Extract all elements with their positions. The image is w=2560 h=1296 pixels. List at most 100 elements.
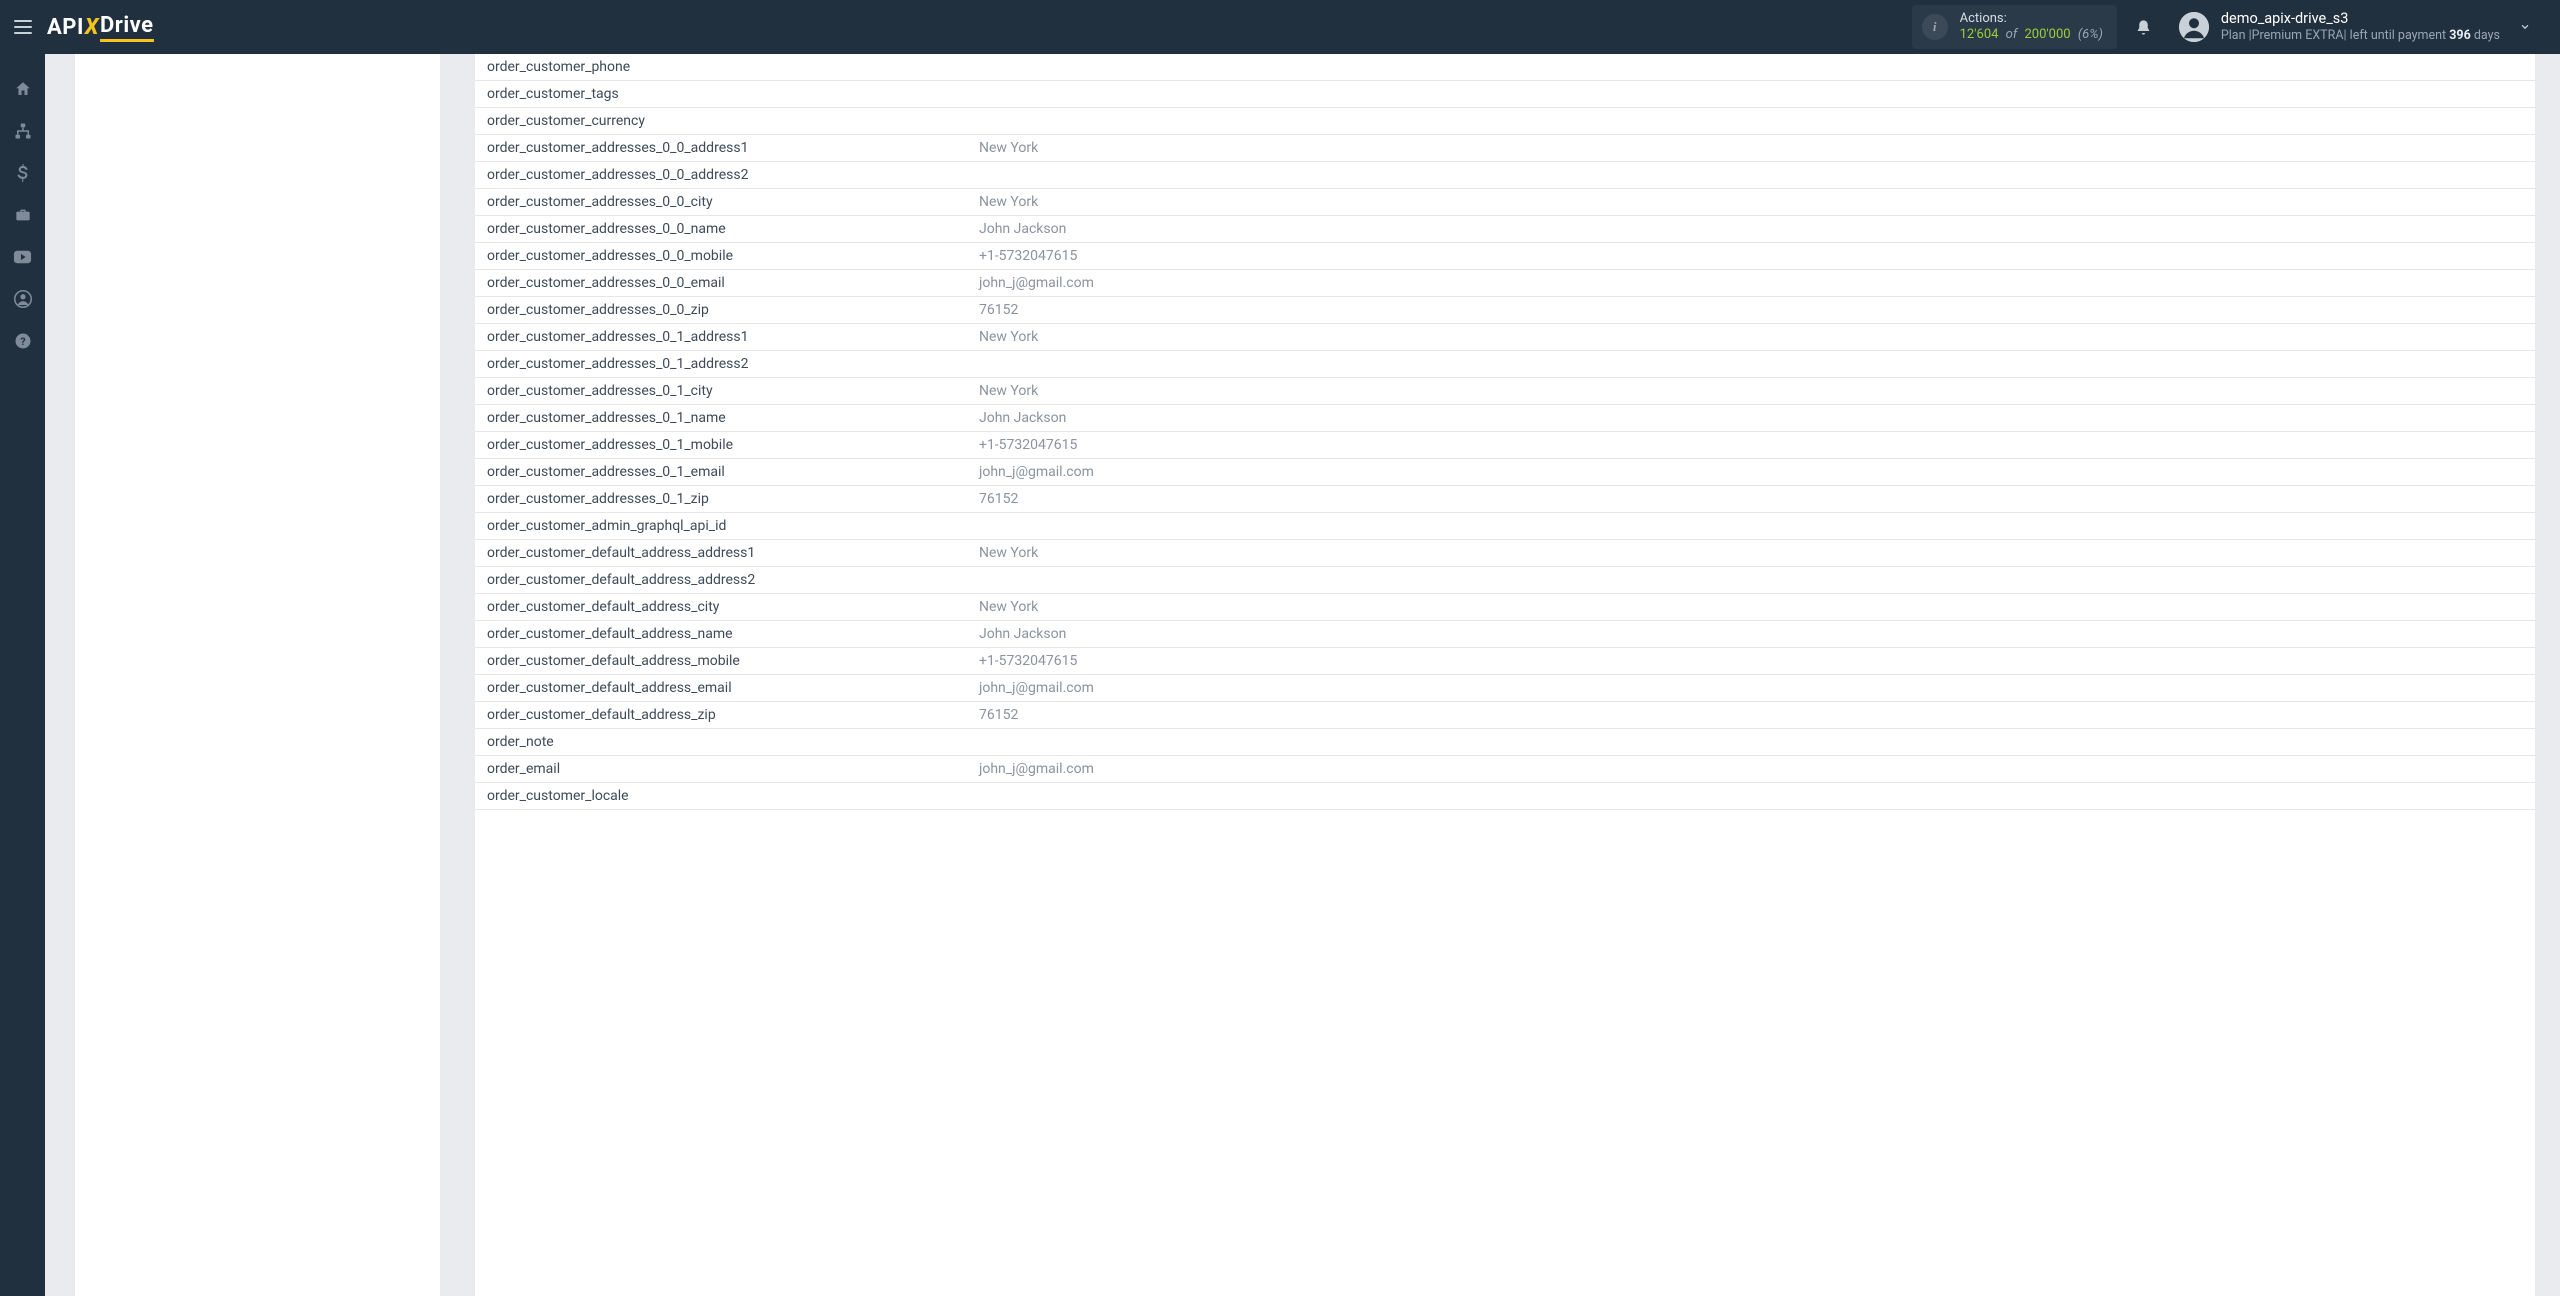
hamburger-icon — [14, 20, 32, 34]
field-value: +1-5732047615 — [975, 248, 2535, 264]
field-key: order_customer_default_address_mobile — [475, 653, 975, 669]
sidebar-item-video[interactable] — [0, 236, 45, 278]
field-key: order_customer_default_address_address2 — [475, 572, 975, 588]
plan-days-suffix: days — [2471, 28, 2500, 43]
sidebar-item-account[interactable] — [0, 278, 45, 320]
field-row[interactable]: order_customer_default_address_emailjohn… — [475, 675, 2535, 702]
field-row[interactable]: order_customer_default_address_cityNew Y… — [475, 594, 2535, 621]
sidebar: ? — [0, 54, 45, 1296]
sidebar-item-billing[interactable] — [0, 152, 45, 194]
field-key: order_customer_locale — [475, 788, 975, 804]
notifications-button[interactable] — [2135, 18, 2169, 37]
sidebar-item-home[interactable] — [0, 68, 45, 110]
dollar-icon — [17, 164, 28, 182]
field-key: order_customer_addresses_0_1_zip — [475, 491, 975, 507]
plan-prefix: Plan | — [2221, 28, 2252, 43]
logo-text-x: X — [85, 15, 99, 40]
info-icon: i — [1922, 14, 1948, 40]
actions-used: 12'604 — [1960, 27, 1999, 42]
field-row[interactable]: order_customer_addresses_0_0_cityNew Yor… — [475, 189, 2535, 216]
field-row[interactable]: order_customer_addresses_0_1_zip76152 — [475, 486, 2535, 513]
field-row[interactable]: order_customer_addresses_0_0_zip76152 — [475, 297, 2535, 324]
field-key: order_email — [475, 761, 975, 777]
field-value: john_j@gmail.com — [975, 275, 2535, 291]
field-key: order_customer_addresses_0_0_address1 — [475, 140, 975, 156]
svg-text:?: ? — [20, 335, 25, 348]
field-key: order_customer_addresses_0_1_name — [475, 410, 975, 426]
logo[interactable]: API X Drive — [47, 13, 154, 42]
user-name: demo_apix-drive_s3 — [2221, 11, 2500, 28]
avatar-icon — [2179, 12, 2209, 42]
field-row[interactable]: order_note — [475, 729, 2535, 756]
field-key: order_customer_default_address_name — [475, 626, 975, 642]
field-value: +1-5732047615 — [975, 653, 2535, 669]
field-value: +1-5732047615 — [975, 437, 2535, 453]
chevron-down-icon — [2518, 22, 2532, 32]
field-row[interactable]: order_customer_phone — [475, 54, 2535, 81]
sitemap-icon — [14, 122, 32, 140]
field-row[interactable]: order_customer_admin_graphql_api_id — [475, 513, 2535, 540]
field-row[interactable]: order_customer_addresses_0_0_emailjohn_j… — [475, 270, 2535, 297]
field-row[interactable]: order_emailjohn_j@gmail.com — [475, 756, 2535, 783]
field-row[interactable]: order_customer_addresses_0_1_emailjohn_j… — [475, 459, 2535, 486]
field-key: order_customer_addresses_0_0_email — [475, 275, 975, 291]
field-key: order_customer_addresses_0_1_address1 — [475, 329, 975, 345]
field-row[interactable]: order_customer_default_address_address1N… — [475, 540, 2535, 567]
field-row[interactable]: order_customer_addresses_0_0_address1New… — [475, 135, 2535, 162]
field-value: New York — [975, 383, 2535, 399]
field-row[interactable]: order_customer_addresses_0_1_nameJohn Ja… — [475, 405, 2535, 432]
field-key: order_customer_addresses_0_1_address2 — [475, 356, 975, 372]
field-row[interactable]: order_customer_addresses_0_0_address2 — [475, 162, 2535, 189]
field-key: order_customer_addresses_0_0_city — [475, 194, 975, 210]
plan-line: Plan |Premium EXTRA| left until payment … — [2221, 28, 2500, 43]
field-row[interactable]: order_customer_default_address_address2 — [475, 567, 2535, 594]
home-icon — [14, 80, 32, 98]
field-row[interactable]: order_customer_currency — [475, 108, 2535, 135]
topbar: API X Drive i Actions: 12'604 of 200'000… — [0, 0, 2560, 54]
field-row[interactable]: order_customer_addresses_0_1_address2 — [475, 351, 2535, 378]
field-value: New York — [975, 140, 2535, 156]
field-row[interactable]: order_customer_addresses_0_0_mobile+1-57… — [475, 243, 2535, 270]
field-value: john_j@gmail.com — [975, 680, 2535, 696]
field-row[interactable]: order_customer_addresses_0_0_nameJohn Ja… — [475, 216, 2535, 243]
field-key: order_customer_tags — [475, 86, 975, 102]
field-row[interactable]: order_customer_tags — [475, 81, 2535, 108]
field-value: john_j@gmail.com — [975, 464, 2535, 480]
field-value: 76152 — [975, 302, 2535, 318]
field-row[interactable]: order_customer_addresses_0_1_address1New… — [475, 324, 2535, 351]
field-key: order_customer_admin_graphql_api_id — [475, 518, 975, 534]
left-panel — [75, 54, 440, 1296]
field-row[interactable]: order_customer_default_address_zip76152 — [475, 702, 2535, 729]
logo-text-drive: Drive — [100, 13, 154, 42]
field-key: order_customer_phone — [475, 59, 975, 75]
field-value: New York — [975, 329, 2535, 345]
field-key: order_customer_addresses_0_0_name — [475, 221, 975, 237]
field-list-panel[interactable]: order_customer_phone order_customer_tagso… — [475, 54, 2535, 1296]
sidebar-item-connections[interactable] — [0, 110, 45, 152]
field-value: New York — [975, 545, 2535, 561]
sidebar-item-briefcase[interactable] — [0, 194, 45, 236]
field-key: order_customer_addresses_0_1_mobile — [475, 437, 975, 453]
field-value: John Jackson — [975, 626, 2535, 642]
field-value: 76152 — [975, 707, 2535, 723]
actions-usage-box[interactable]: i Actions: 12'604 of 200'000 (6%) — [1912, 5, 2117, 50]
field-key: order_customer_default_address_address1 — [475, 545, 975, 561]
field-row[interactable]: order_customer_locale — [475, 783, 2535, 810]
field-row[interactable]: order_customer_addresses_0_1_mobile+1-57… — [475, 432, 2535, 459]
field-row[interactable]: order_customer_default_address_mobile+1-… — [475, 648, 2535, 675]
user-menu[interactable]: demo_apix-drive_s3 Plan |Premium EXTRA| … — [2179, 11, 2560, 43]
field-row[interactable]: order_customer_default_address_nameJohn … — [475, 621, 2535, 648]
menu-toggle-button[interactable] — [0, 0, 45, 54]
actions-counts: 12'604 of 200'000 (6%) — [1960, 27, 2103, 43]
actions-percent: (6%) — [2078, 27, 2103, 42]
field-row[interactable]: order_customer_addresses_0_1_cityNew Yor… — [475, 378, 2535, 405]
sidebar-item-help[interactable]: ? — [0, 320, 45, 362]
field-value: 76152 — [975, 491, 2535, 507]
help-icon: ? — [14, 332, 32, 350]
user-icon — [14, 290, 32, 308]
bell-icon — [2135, 18, 2152, 37]
field-key: order_customer_default_address_zip — [475, 707, 975, 723]
field-key: order_customer_currency — [475, 113, 975, 129]
field-value: john_j@gmail.com — [975, 761, 2535, 777]
briefcase-icon — [14, 207, 32, 223]
